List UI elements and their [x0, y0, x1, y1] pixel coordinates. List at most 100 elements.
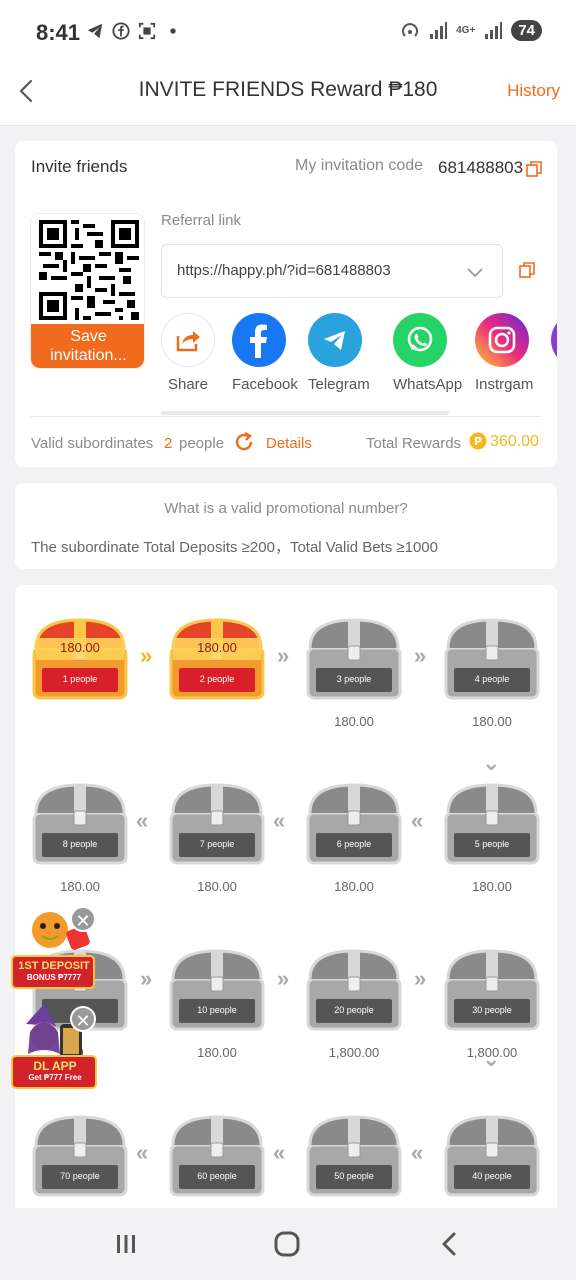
reward-chest[interactable]: 30 people [442, 941, 542, 1033]
chest-people-label: 1 people [62, 674, 98, 684]
chest-amount-overlay: 180.00 [197, 640, 237, 655]
home-icon[interactable] [273, 1230, 301, 1258]
progress-arrow-icon: » [140, 966, 153, 991]
invite-title: Invite friends [31, 157, 128, 176]
battery-indicator: 74 [511, 20, 542, 41]
share-option-facebook[interactable]: Facebook [232, 313, 298, 393]
chest-people-label: 4 people [474, 674, 510, 684]
chest-amount: 180.00 [197, 1045, 237, 1060]
chest-people-label: 3 people [336, 674, 372, 684]
reward-chests-card: 180.00 1 people 180.00 2 people 3 people 180.… [15, 585, 557, 1210]
copy-link-icon[interactable] [519, 262, 535, 278]
deposit-bonus-ad[interactable]: 1ST DEPOSIT BONUS ₱7777 ✕ [10, 906, 100, 990]
chest-people-label: 7 people [199, 839, 235, 849]
valid-subordinates-unit: people [179, 435, 225, 452]
referral-url: https://happy.ph/?id=681488803 [177, 262, 391, 279]
history-link[interactable]: History [507, 81, 560, 101]
progress-arrow-icon: « [273, 1140, 286, 1165]
share-scrollbar[interactable] [161, 411, 449, 415]
progress-arrow-icon: « [411, 1140, 424, 1165]
network-type: 4G+ [456, 25, 476, 36]
reward-chest[interactable]: 60 people [167, 1107, 267, 1199]
chest-amount: 180.00 [334, 879, 374, 894]
reward-chest[interactable]: 180.00 2 people [167, 610, 267, 702]
reward-chest[interactable]: 8 people [30, 775, 130, 867]
instagram-icon [475, 313, 529, 367]
chest-people-label: 6 people [336, 839, 372, 849]
close-icon[interactable]: ✕ [70, 906, 96, 932]
copy-code-icon[interactable] [526, 161, 542, 177]
signal-icon-2 [485, 21, 503, 39]
valid-number-rule-card: What is a valid promotional number? The … [15, 483, 557, 569]
progress-arrow-icon: « [273, 808, 286, 833]
status-bar: 8:41 4G+ 74 [0, 0, 576, 66]
whatsapp-icon [393, 313, 447, 367]
referral-link-select[interactable]: https://happy.ph/?id=681488803 [161, 244, 503, 298]
facebook-icon [232, 313, 286, 367]
invitation-code-value: 681488803 [438, 158, 524, 177]
screenshot-status-icon [138, 22, 156, 40]
progress-arrow-icon: ⌄ [482, 1046, 501, 1071]
share-option-telegram[interactable]: Telegram [308, 313, 370, 393]
reward-chest[interactable]: 7 people [167, 775, 267, 867]
reward-chest[interactable]: 3 people [304, 610, 404, 702]
page-title: INVITE FRIENDS Reward ₱180 [138, 78, 438, 101]
chest-people-label: 10 people [197, 1005, 237, 1015]
chest-amount: 180.00 [197, 879, 237, 894]
reward-chest[interactable]: 70 people [30, 1107, 130, 1199]
download-app-ad[interactable]: DL APP Get ₱777 Free ✕ [10, 1002, 100, 1090]
share-option-share[interactable]: Share [161, 313, 215, 393]
ad2-line2: Get ₱777 Free [28, 1073, 82, 1082]
chest-amount: 180.00 [472, 714, 512, 729]
recent-apps-icon[interactable] [114, 1232, 138, 1256]
chest-people-label: 40 people [472, 1171, 512, 1181]
referral-link-label: Referral link [161, 212, 242, 229]
system-nav-bar [0, 1208, 576, 1280]
chest-people-label: 2 people [199, 674, 235, 684]
rule-text: The subordinate Total Deposits ≥200，Tota… [31, 539, 438, 556]
valid-subordinates-label: Valid subordinates [31, 435, 154, 452]
hotspot-icon [402, 22, 419, 37]
save-invitation-button[interactable]: Save invitation... [31, 324, 144, 368]
telegram-icon [308, 313, 362, 367]
progress-arrow-icon: » [414, 643, 427, 668]
share-option-more[interactable] [551, 313, 557, 367]
progress-arrow-icon: » [414, 966, 427, 991]
coin-icon: P [469, 432, 487, 450]
chest-amount: 1,800.00 [328, 1045, 380, 1060]
chest-people-label: 50 people [334, 1171, 374, 1181]
reward-chest[interactable]: 4 people [442, 610, 542, 702]
chest-people-label: 20 people [334, 1005, 374, 1015]
reward-chest[interactable]: 6 people [304, 775, 404, 867]
share-option-instagram[interactable]: Instrgam [475, 313, 534, 393]
progress-arrow-icon: « [136, 1140, 149, 1165]
share-option-whatsapp[interactable]: WhatsApp [393, 313, 463, 393]
ad1-line2: BONUS ₱7777 [26, 973, 82, 982]
total-rewards-value: 360.00 [490, 433, 539, 450]
svg-text:P: P [474, 435, 482, 448]
reward-chest[interactable]: 40 people [442, 1107, 542, 1199]
share-options-row: Share Facebook Telegram WhatsApp Instrga… [161, 313, 557, 393]
progress-arrow-icon: ⌄ [482, 750, 501, 775]
instagram-label: Instrgam [475, 376, 534, 393]
rule-question: What is a valid promotional number? [164, 500, 408, 517]
ad2-line1: DL APP [33, 1059, 77, 1073]
status-system-icons: 4G+ 74 [400, 20, 542, 41]
more-share-icon [551, 313, 557, 367]
valid-subordinates-count: 2 [164, 435, 173, 452]
progress-arrow-icon: » [277, 643, 290, 668]
divider [30, 416, 541, 417]
whatsapp-label: WhatsApp [393, 376, 463, 393]
share-icon [161, 313, 215, 367]
details-link[interactable]: Details [266, 435, 312, 452]
back-nav-icon[interactable] [436, 1230, 462, 1258]
reward-chest[interactable]: 5 people [442, 775, 542, 867]
reward-chest[interactable]: 50 people [304, 1107, 404, 1199]
close-icon[interactable]: ✕ [70, 1006, 96, 1032]
refresh-icon[interactable] [233, 431, 255, 453]
reward-chest[interactable]: 20 people [304, 941, 404, 1033]
reward-chest[interactable]: 180.00 1 people [30, 610, 130, 702]
progress-arrow-icon: » [277, 966, 290, 991]
page-header: INVITE FRIENDS Reward ₱180 History [0, 66, 576, 126]
reward-chest[interactable]: 10 people [167, 941, 267, 1033]
